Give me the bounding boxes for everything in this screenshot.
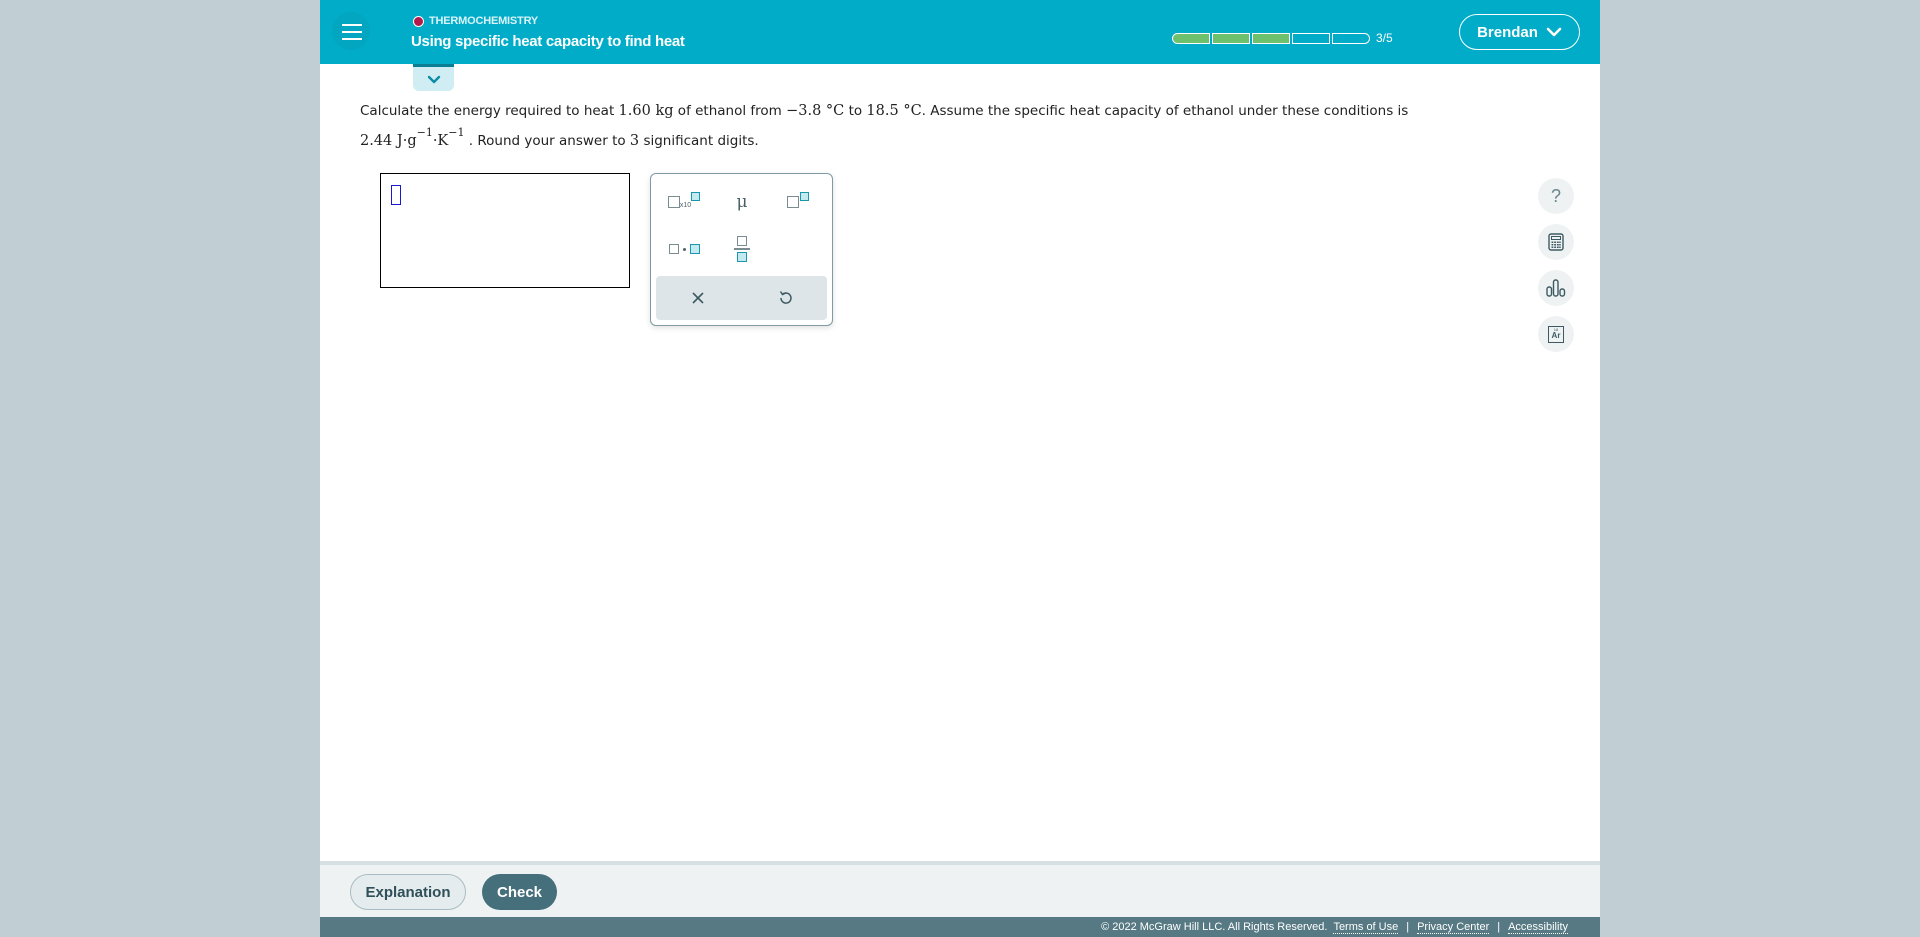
user-name: Brendan (1477, 23, 1538, 41)
progress-bar: 3/5 (1172, 31, 1393, 45)
placeholder-box-icon (668, 244, 679, 254)
privacy-center-link[interactable]: Privacy Center (1417, 921, 1490, 934)
question-text-segment: . Assume the specific heat capacity of e… (921, 103, 1409, 119)
terms-of-use-link[interactable]: Terms of Use (1333, 921, 1399, 934)
exponent-box-icon (691, 191, 701, 201)
user-menu-button[interactable]: Brendan (1459, 14, 1580, 50)
element-symbol: Ar (1551, 331, 1561, 340)
multiply-dot-key[interactable] (659, 229, 709, 269)
scientific-notation-key[interactable]: x10 (659, 182, 709, 222)
lesson-title: Using specific heat capacity to find hea… (411, 33, 685, 50)
footer: © 2022 McGraw Hill LLC. All Rights Reser… (320, 917, 1600, 937)
question-text: Calculate the energy required to heat 1.… (360, 96, 1520, 156)
progress-segment (1292, 32, 1330, 44)
top-header: THERMOCHEMISTRY Using specific heat capa… (320, 0, 1600, 64)
start-temperature: −3.8 °C (786, 103, 845, 119)
chevron-down-icon (1546, 27, 1562, 37)
undo-button[interactable] (760, 278, 810, 318)
question-text-segment: of ethanol from (673, 103, 787, 119)
x10-label: x10 (679, 201, 692, 209)
explanation-button[interactable]: Explanation (350, 874, 466, 910)
keypad-action-bar (656, 276, 827, 320)
end-temperature: 18.5 °C (866, 103, 922, 119)
progress-segment (1252, 32, 1290, 44)
footer-separator: | (1406, 921, 1410, 933)
progress-segment (1172, 32, 1210, 44)
progress-segment (1212, 32, 1250, 44)
question-text-segment: Calculate the energy required to heat (360, 103, 619, 119)
denominator-box-icon (737, 251, 747, 262)
math-keypad: x10 μ (650, 173, 833, 326)
placeholder-box-icon (689, 244, 700, 254)
action-bar: Explanation Check (320, 861, 1600, 917)
periodic-table-button[interactable]: 18 Ar (1538, 316, 1574, 352)
close-icon (692, 292, 704, 304)
specific-heat-capacity: 2.44 J·g−1·K−1 (360, 127, 465, 149)
hamburger-icon-line (342, 24, 362, 26)
expand-toggle-button[interactable] (413, 64, 454, 91)
question-text-segment: to (844, 103, 867, 119)
calculator-button[interactable] (1538, 224, 1574, 260)
hamburger-icon-line (342, 31, 362, 33)
chevron-down-icon (427, 75, 440, 83)
significant-digits-count: 3 (629, 133, 640, 149)
exponent: −1 (416, 126, 433, 140)
question-text-segment: . Round your answer to (464, 133, 630, 149)
copyright-text: © 2022 McGraw Hill LLC. All Rights Reser… (1101, 921, 1328, 933)
superscript-key[interactable] (773, 182, 823, 222)
exponent-box-icon (800, 191, 809, 201)
topic-row: THERMOCHEMISTRY (413, 15, 538, 27)
clear-button[interactable] (673, 278, 723, 318)
check-button[interactable]: Check (482, 874, 557, 910)
question-mark-icon: ? (1550, 185, 1561, 206)
placeholder-box-icon (667, 196, 680, 208)
base-box-icon (787, 196, 799, 208)
numerator-box-icon (737, 236, 747, 247)
micro-key[interactable]: μ (717, 182, 767, 222)
answer-input[interactable] (380, 173, 630, 288)
fraction-key[interactable] (717, 229, 767, 269)
topic-label: THERMOCHEMISTRY (429, 15, 539, 27)
help-button[interactable]: ? (1538, 178, 1574, 214)
exponent: −1 (448, 126, 465, 140)
footer-separator: | (1497, 921, 1501, 933)
progress-segment (1332, 32, 1370, 44)
dot-icon (682, 247, 686, 251)
accessibility-link[interactable]: Accessibility (1508, 921, 1568, 934)
question-text-segment: significant digits. (639, 133, 759, 149)
main-panel: THERMOCHEMISTRY Using specific heat capa… (320, 0, 1600, 937)
input-cursor (391, 185, 401, 205)
fraction-bar-icon (734, 248, 750, 250)
side-toolbar: ? 18 Ar (1538, 178, 1574, 362)
hamburger-icon-line (342, 38, 362, 40)
undo-icon (779, 291, 792, 304)
progress-count: 3/5 (1376, 31, 1393, 45)
unit-kelvin: ·K (432, 133, 449, 149)
calculator-icon (1548, 233, 1564, 251)
mass-value: 1.60 kg (618, 103, 674, 119)
topic-status-dot-icon (413, 15, 424, 27)
menu-button[interactable] (332, 12, 370, 50)
data-chart-button[interactable] (1538, 270, 1574, 306)
periodic-table-icon: 18 Ar (1548, 325, 1564, 343)
bar-chart-icon (1546, 279, 1566, 297)
heat-capacity-value: 2.44 J·g (360, 133, 417, 149)
